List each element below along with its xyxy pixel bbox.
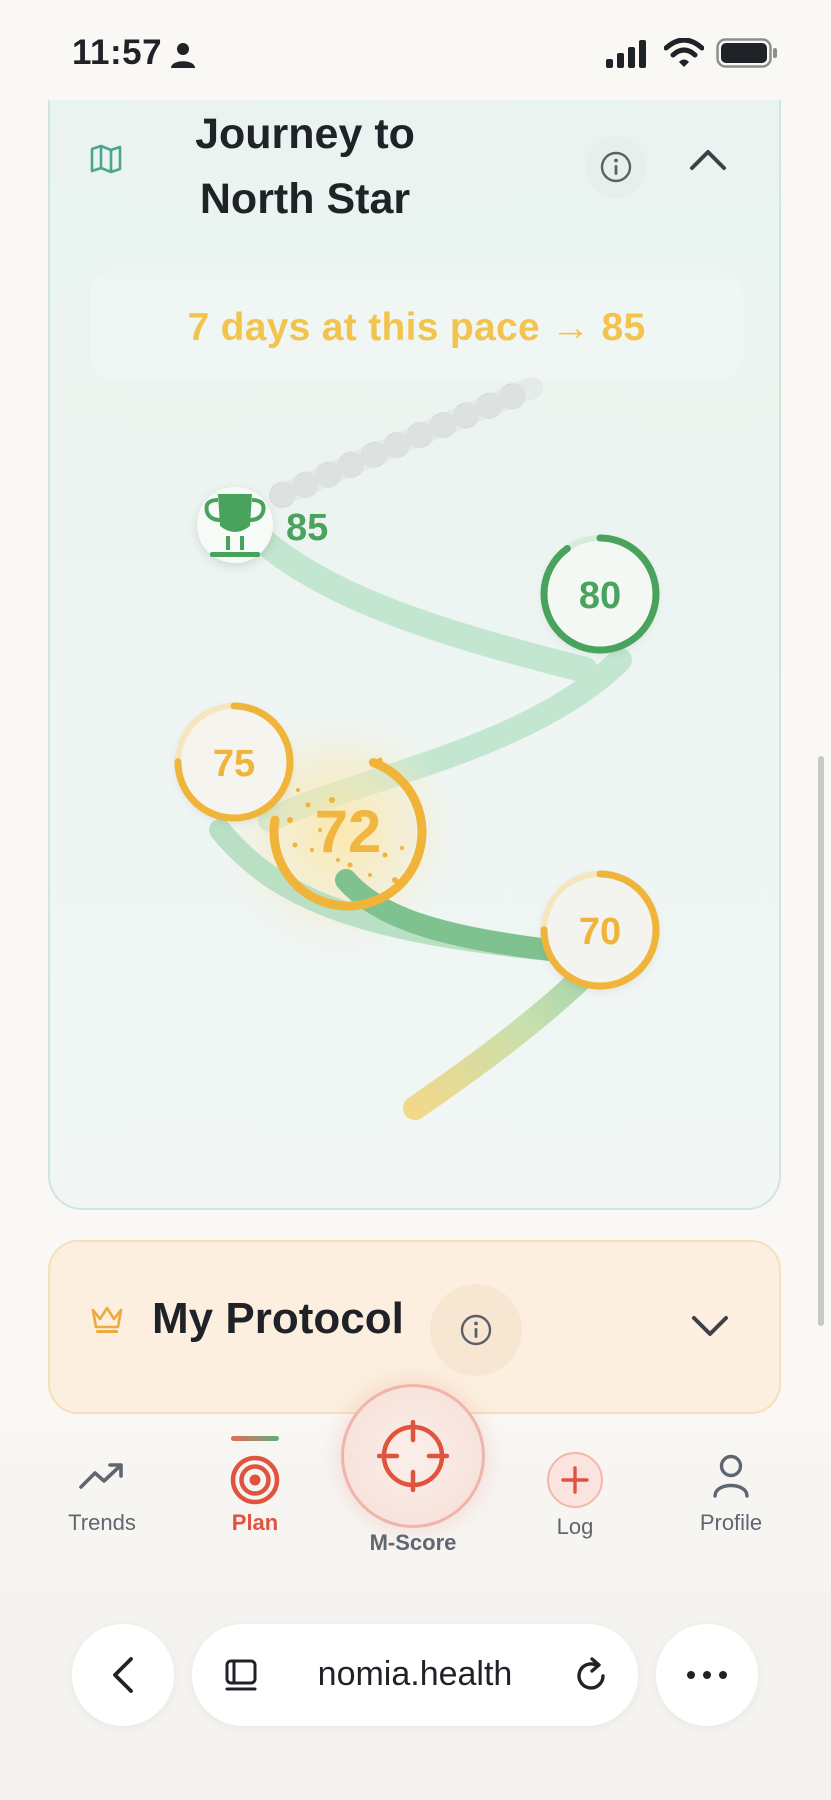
nav-plan-label: Plan [231,1510,279,1535]
nav-trends-label: Trends [68,1510,136,1535]
person-icon [171,43,195,68]
browser-back-button[interactable] [72,1624,174,1726]
milestone-80-label: 80 [579,575,621,617]
current-score: 72 [315,798,382,865]
trending-up-icon [79,1463,123,1489]
status-time: 11:57 [72,33,163,72]
protocol-info-button[interactable] [430,1284,522,1376]
protocol-title: My Protocol [152,1294,404,1343]
browser-more-button[interactable] [656,1624,758,1726]
plus-circle-icon [547,1452,603,1508]
status-bar: 11:57 [0,0,831,100]
info-icon [460,1314,492,1346]
reload-icon[interactable] [572,1656,610,1694]
cellular-signal-icon [606,40,646,68]
milestone-70-label: 70 [579,911,621,953]
crown-icon [91,1306,123,1333]
m-score-label: M-Score [369,1530,457,1555]
journey-card: Journey to North Star 7 days at this pac… [48,60,781,1210]
url-bar[interactable]: nomia.health [192,1624,638,1726]
milestone-75[interactable]: 75 [174,702,294,822]
journey-path-chart: 85 80 75 72 70 [174,375,660,1120]
nav-profile-label: Profile [699,1510,763,1535]
battery-icon [716,38,777,68]
target-icon [230,1455,280,1505]
goal-score: 85 [286,507,328,549]
nav-active-indicator [231,1436,279,1441]
nav-log-label: Log [556,1514,594,1539]
more-horizontal-icon [687,1671,727,1679]
milestone-80[interactable]: 80 [540,534,660,654]
chevron-left-icon [113,1657,133,1693]
profile-icon [713,1454,749,1498]
path-segment-start-70 [403,953,607,1120]
milestone-70[interactable]: 70 [540,870,660,990]
wifi-icon [664,38,704,67]
m-score-button[interactable] [341,1384,485,1528]
milestone-75-label: 75 [213,743,255,785]
chevron-down-icon[interactable] [690,1314,730,1340]
crosshair-icon [377,1420,449,1492]
page-scrollbar[interactable] [818,756,824,1326]
